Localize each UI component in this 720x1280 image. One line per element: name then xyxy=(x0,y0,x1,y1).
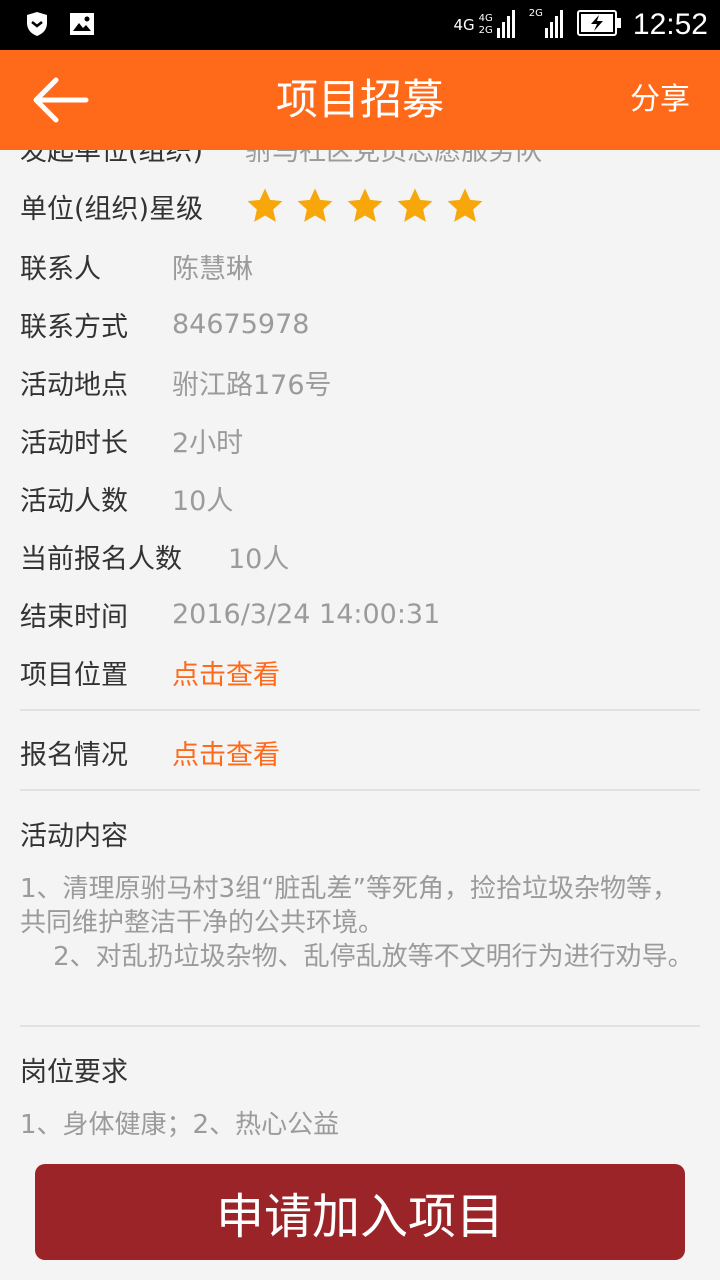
signal-icon xyxy=(544,8,565,42)
signal-4g: 4G 4G 2G xyxy=(454,8,517,42)
page-title: 项目招募 xyxy=(275,75,444,124)
divider xyxy=(20,1025,700,1027)
requirements-text: 1、身体健康；2、热心公益 xyxy=(20,1110,340,1140)
view-position-link[interactable]: 点击查看 xyxy=(172,653,280,692)
net1-top: 4G xyxy=(478,13,493,24)
net2-type: 2G xyxy=(528,8,543,19)
signed-label: 当前报名人数 xyxy=(20,543,182,575)
net1-type: 4G xyxy=(453,16,475,34)
organizer-row: 发起单位(组织) 驸马社区党员志愿服务队 xyxy=(20,150,542,170)
signed-row: 当前报名人数 10人 xyxy=(20,534,289,578)
project-details: 发起单位(组织) 驸马社区党员志愿服务队 单位(组织)星级 联系人 陈慧琳 联系… xyxy=(0,150,720,1280)
activity-content-text: 1、清理原驸马村3组“脏乱差”等死角，捡拾垃圾杂物等，共同维护整洁干净的公共环境… xyxy=(20,874,694,972)
activity-content-title: 活动内容 xyxy=(20,821,128,852)
battery-charging-icon xyxy=(576,10,621,40)
signal-icon xyxy=(496,8,517,42)
star-icon xyxy=(345,186,385,226)
star-icon xyxy=(295,186,335,226)
people-value: 10人 xyxy=(172,485,234,517)
project-position-label: 项目位置 xyxy=(20,659,128,691)
signed-value: 10人 xyxy=(228,543,290,575)
contact-label: 联系人 xyxy=(20,253,101,285)
people-label: 活动人数 xyxy=(20,485,128,517)
arrow-left-icon xyxy=(30,77,90,130)
requirements-title: 岗位要求 xyxy=(20,1057,128,1088)
location-value: 驸江路176号 xyxy=(172,369,332,401)
duration-row: 活动时长 2小时 xyxy=(20,418,243,462)
rating-row: 单位(组织)星级 xyxy=(20,184,485,228)
view-signup-link[interactable]: 点击查看 xyxy=(172,733,280,772)
duration-label: 活动时长 xyxy=(20,427,128,459)
rating-stars xyxy=(245,186,485,226)
signal-2g: 2G xyxy=(529,8,565,42)
organizer-label: 发起单位(组织) xyxy=(20,150,204,167)
end-time-label: 结束时间 xyxy=(20,601,128,633)
apply-join-button[interactable]: 申请加入项目 xyxy=(35,1164,685,1260)
divider xyxy=(20,789,700,791)
contact-row: 联系人 陈慧琳 xyxy=(20,244,253,288)
phone-value: 84675978 xyxy=(172,308,310,340)
organizer-value: 驸马社区党员志愿服务队 xyxy=(245,150,543,167)
net1-bottom: 2G xyxy=(478,25,493,36)
clock: 12:52 xyxy=(632,8,708,41)
star-icon xyxy=(445,186,485,226)
status-bar: 4G 4G 2G 2G 12:52 xyxy=(0,0,720,50)
end-time-value: 2016/3/24 14:00:31 xyxy=(172,598,441,630)
signup-status-row: 报名情况 点击查看 xyxy=(20,730,280,774)
project-position-row: 项目位置 点击查看 xyxy=(20,650,280,694)
star-icon xyxy=(245,186,285,226)
phone-label: 联系方式 xyxy=(20,311,128,343)
people-row: 活动人数 10人 xyxy=(20,476,233,520)
duration-value: 2小时 xyxy=(172,427,244,459)
back-button[interactable] xyxy=(30,74,94,126)
location-row: 活动地点 驸江路176号 xyxy=(20,360,332,404)
signup-status-label: 报名情况 xyxy=(20,739,128,771)
app-header: 项目招募 分享 xyxy=(0,50,720,150)
location-label: 活动地点 xyxy=(20,369,128,401)
phone-row: 联系方式 84675978 xyxy=(20,302,309,346)
star-icon xyxy=(395,186,435,226)
end-time-row: 结束时间 2016/3/24 14:00:31 xyxy=(20,592,440,636)
image-icon xyxy=(70,13,94,39)
shield-icon xyxy=(26,12,48,40)
rating-label: 单位(组织)星级 xyxy=(20,193,204,225)
contact-value: 陈慧琳 xyxy=(172,253,253,285)
share-button[interactable]: 分享 xyxy=(630,80,690,120)
divider xyxy=(20,709,700,711)
